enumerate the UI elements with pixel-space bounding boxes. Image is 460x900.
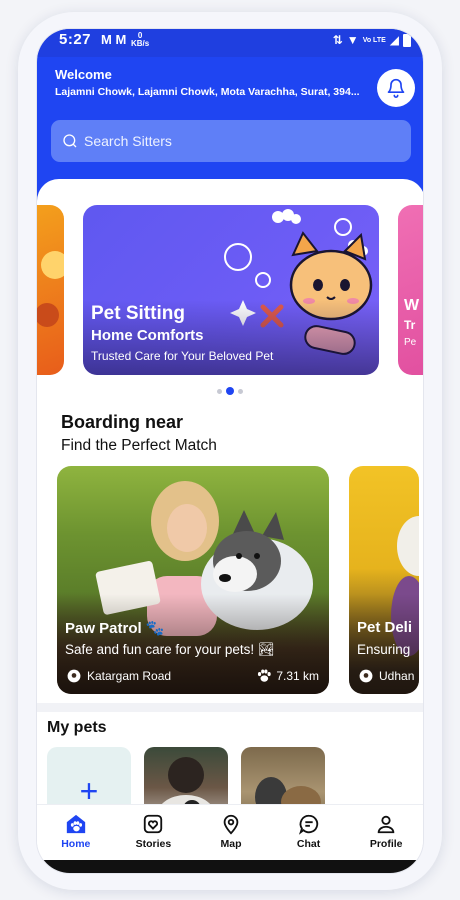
sitter-tagline: Ensuring [357,642,411,657]
status-bar: 5:27 M M 0 KB/s ⇅ ▼ Vo LTE ◢ [37,29,423,57]
welcome-label: Welcome [55,67,112,82]
paw-house-icon [66,814,85,834]
wifi-icon: ▼ [346,33,359,47]
banner-card-previous[interactable] [37,205,64,375]
sitter-card-paw-patrol[interactable]: Paw Patrol 🐾 Safe and fun care for your … [57,466,329,694]
gmail-notification-icon: M M [101,32,127,47]
search-sitters-input[interactable]: Search Sitters [51,120,411,162]
search-placeholder: Search Sitters [84,133,172,149]
banner-peek-description: Pe [404,337,417,348]
network-speed: 0 KB/s [131,32,149,48]
location-pin-icon [359,669,373,683]
tab-label: Map [220,838,242,850]
tab-stories[interactable]: Stories [118,813,188,850]
carousel-indicator[interactable] [217,387,243,395]
banner-title: Pet Sitting [91,303,185,324]
paw-icon [258,669,271,682]
sitter-location-text: Katargam Road [87,669,172,683]
carousel-dot[interactable] [217,388,222,394]
treats-illustration [37,251,64,327]
boarding-section-subtitle: Find the Perfect Match [61,437,217,454]
chat-bubble-icon [298,814,318,835]
banner-card-pet-sitting[interactable]: Pet Sitting Home Comforts Trusted Care f… [83,205,379,375]
status-time: 5:27 [59,31,92,48]
section-divider [37,703,423,712]
tab-home[interactable]: Home [41,813,111,850]
tab-map[interactable]: Map [196,813,266,850]
carousel-dot-active[interactable] [226,387,234,395]
banner-subtitle: Home Comforts [91,327,204,344]
banner-card-next[interactable]: W Tr Pe [398,205,423,375]
search-icon [63,134,77,148]
system-navigation-bar [37,860,423,873]
banner-peek-title: W [404,297,420,314]
phone-screen: 5:27 M M 0 KB/s ⇅ ▼ Vo LTE ◢ Welcome Laja… [36,28,424,874]
sitter-location-text: Udhan [379,669,415,683]
carousel-dot[interactable] [238,388,243,394]
map-pin-icon [223,814,239,835]
boarding-section-title: Boarding near [61,412,184,432]
sitter-location: Udhan [359,669,414,683]
notifications-button[interactable] [377,69,415,107]
tab-label: Home [61,838,91,850]
bell-icon [387,78,405,98]
banner-description: Trusted Care for Your Beloved Pet [91,349,274,363]
signal-arrows-icon: ⇅ [332,33,343,47]
sitter-distance-text: 7.31 km [276,669,319,683]
home-content: Pet Sitting Home Comforts Trusted Care f… [37,179,423,819]
status-icons: ⇅ ▼ Vo LTE ◢ [333,33,411,47]
tab-chat[interactable]: Chat [274,813,344,850]
sitter-name: Pet Deli [357,619,413,636]
speed-unit: KB/s [131,39,150,48]
my-pets-title: My pets [47,719,107,736]
cell-signal-icon: ◢ [389,33,399,47]
app-header: 5:27 M M 0 KB/s ⇅ ▼ Vo LTE ◢ Welcome Laja… [37,29,423,201]
sitter-location: Katargam Road [67,669,171,683]
sitter-name: Paw Patrol 🐾 [65,620,165,637]
location-pin-icon [67,669,81,683]
tab-label: Chat [296,838,321,850]
tab-profile[interactable]: Profile [351,813,421,850]
tab-label: Stories [135,838,172,850]
tab-label: Profile [369,838,403,850]
volte-label: Vo LTE [362,36,386,44]
battery-icon [403,33,411,47]
person-icon [377,815,395,834]
sitter-tagline: Safe and fun care for your pets! 🏞 [65,642,276,657]
heart-frame-icon [144,814,163,834]
banner-peek-subtitle: Tr [404,318,416,332]
sitter-card-pet-deli[interactable]: Pet Deli Ensuring Udhan [349,466,419,694]
sitter-distance: 7.31 km [256,669,319,683]
bottom-navigation: Home Stories Map Chat Profile [37,804,423,860]
current-address[interactable]: Lajamni Chowk, Lajamni Chowk, Mota Varac… [55,86,365,98]
